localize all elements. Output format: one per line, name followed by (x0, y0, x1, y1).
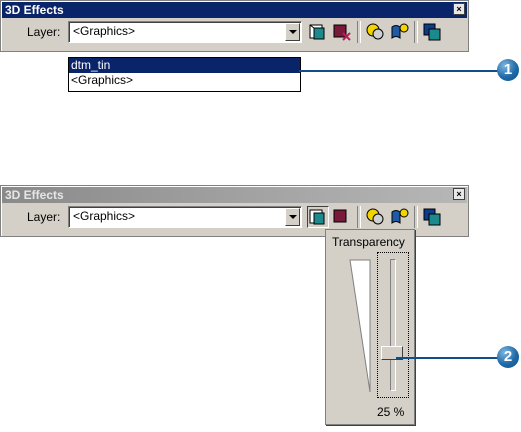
layer-combo[interactable]: <Graphics> (68, 21, 302, 43)
transparency-slider-frame (377, 252, 409, 398)
shading-icon[interactable] (364, 206, 386, 228)
callout-line (299, 70, 499, 72)
layer-dropdown-list: dtm_tin <Graphics> (68, 57, 301, 92)
face-culling-icon[interactable] (388, 206, 410, 228)
dropdown-arrow-button[interactable] (285, 208, 300, 226)
toolbar-separator (414, 21, 418, 43)
toolbar-title: 3D Effects (2, 187, 467, 203)
layer-combo-value: <Graphics> (73, 209, 136, 223)
layer-face-icon[interactable] (421, 21, 443, 43)
layer-label: Layer: (27, 210, 61, 224)
toolbar-separator (357, 21, 361, 43)
callout-badge: 2 (497, 346, 519, 368)
lighting-icon[interactable] (331, 21, 353, 43)
callout-line (396, 357, 500, 359)
toolbar-separator (357, 206, 361, 228)
dropdown-arrow-button[interactable] (285, 23, 300, 41)
transparency-popup: Transparency 25 % (325, 229, 415, 425)
close-button[interactable]: × (453, 188, 465, 200)
slider-track (390, 259, 396, 391)
layer-face-icon[interactable] (421, 206, 443, 228)
layer-combo[interactable]: <Graphics> (68, 206, 302, 228)
layer-label: Layer: (27, 25, 61, 39)
transparency-value: 25 % (377, 405, 405, 419)
dropdown-option[interactable]: dtm_tin (69, 58, 300, 73)
toolbar-title: 3D Effects (2, 2, 467, 18)
close-button[interactable]: × (453, 3, 465, 15)
shading-icon[interactable] (364, 21, 386, 43)
lighting-icon[interactable] (331, 206, 353, 228)
3d-effects-toolbar-top: 3D Effects × Layer: <Graphics> (0, 0, 469, 52)
layer-combo-value: <Graphics> (73, 24, 136, 38)
toolbar-separator (414, 206, 418, 228)
transparency-title: Transparency (332, 235, 405, 249)
adjust-transparency-icon[interactable] (307, 206, 329, 228)
face-culling-icon[interactable] (388, 21, 410, 43)
adjust-transparency-icon[interactable] (307, 21, 329, 43)
transparency-ramp (349, 259, 371, 393)
dropdown-option[interactable]: <Graphics> (69, 73, 300, 88)
callout-badge: 1 (497, 59, 519, 81)
